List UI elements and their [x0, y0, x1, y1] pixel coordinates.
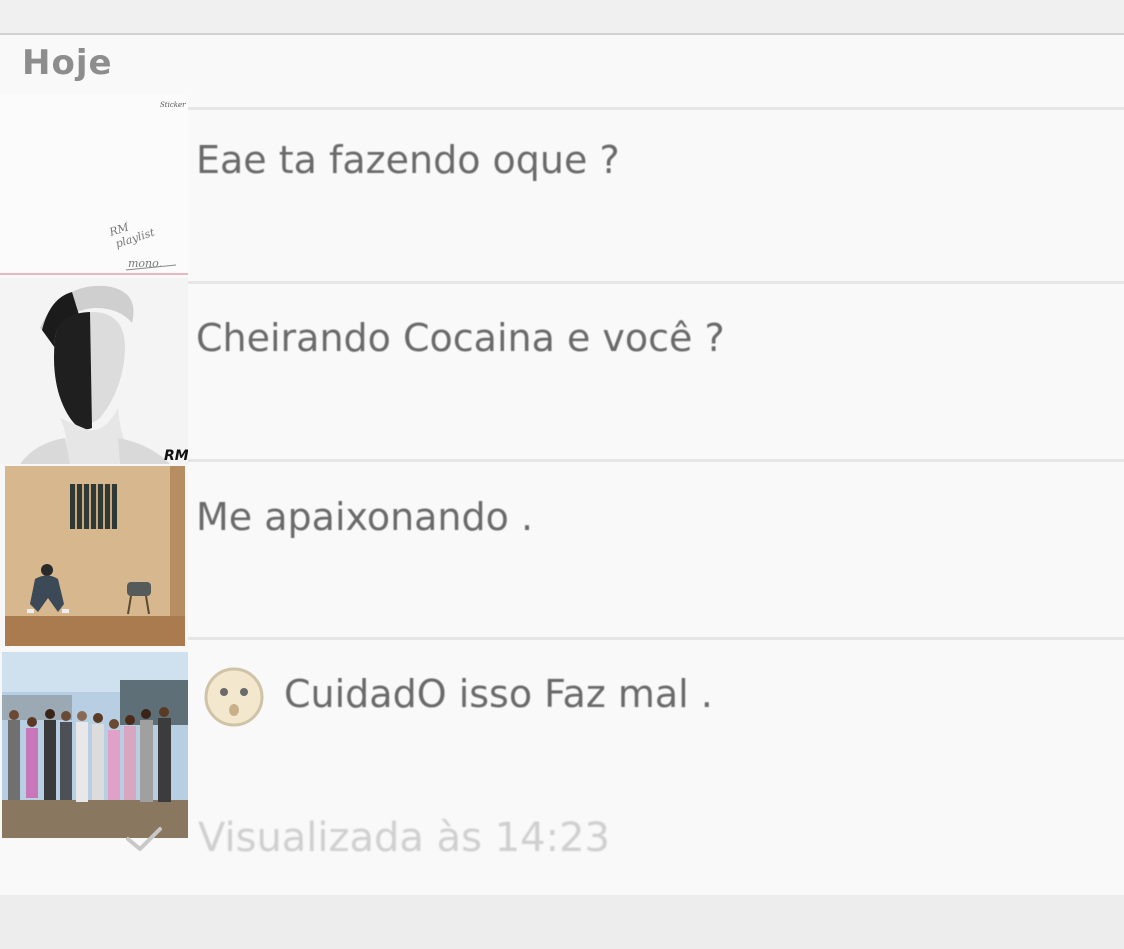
- bottom-bar: [0, 895, 1124, 949]
- message-text: Cheirando Cocaina e você ?: [196, 316, 725, 360]
- worried-face-icon: [204, 667, 264, 727]
- group-photo-icon: [0, 650, 188, 838]
- album-cover-icon: Sticker RM playlist mono.: [0, 95, 188, 275]
- message-text: Eae ta fazendo oque ?: [196, 138, 620, 182]
- seen-status: Visualizada às 14:23: [198, 815, 610, 861]
- message-divider: [188, 459, 1124, 462]
- message-text: Me apaixonando .: [196, 495, 534, 539]
- message-divider: [188, 281, 1124, 284]
- message-divider: [188, 107, 1124, 110]
- chat-panel: Hoje Sticker RM playlist mono. RM Eae ta…: [0, 33, 1124, 897]
- portrait-photo-icon: RM: [0, 278, 188, 464]
- avatar-portrait[interactable]: RM: [0, 278, 188, 464]
- room-photo-icon: [0, 464, 188, 648]
- cover-initials: RM: [164, 448, 188, 464]
- message-divider: [188, 637, 1124, 640]
- avatar-group-photo[interactable]: [0, 650, 188, 838]
- avatar-mono-cover[interactable]: Sticker RM playlist mono.: [0, 95, 188, 275]
- check-icon: [126, 827, 162, 851]
- avatar-room-photo[interactable]: [0, 464, 188, 648]
- message-text: CuidadO isso Faz mal .: [284, 672, 713, 716]
- cover-corner-text: Sticker: [160, 101, 186, 109]
- day-label: Hoje: [22, 43, 113, 83]
